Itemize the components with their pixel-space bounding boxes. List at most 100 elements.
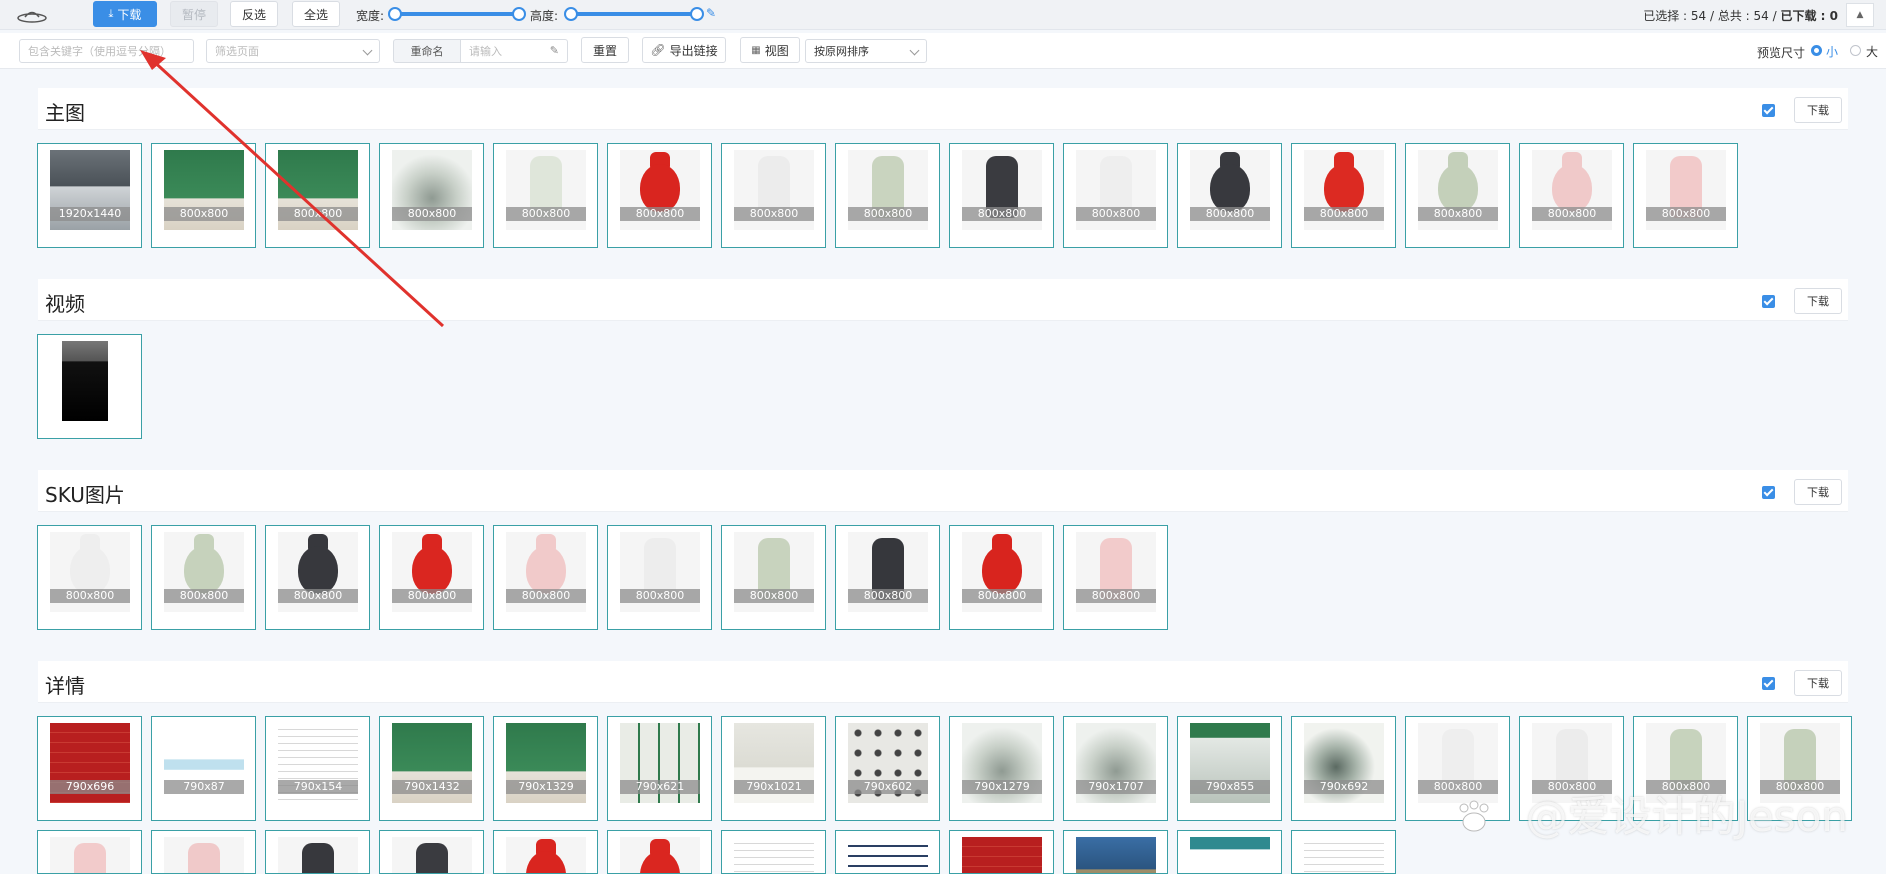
size-large-label[interactable]: 大: [1866, 43, 1878, 60]
sort-select[interactable]: 按原网排序: [805, 39, 927, 63]
image-tile[interactable]: 800x800: [1405, 143, 1510, 248]
image-tile[interactable]: 800x800: [1633, 143, 1738, 248]
bottle-image: [302, 843, 334, 873]
section-download-button[interactable]: 下载: [1794, 97, 1842, 123]
image-dimensions: 790x87: [164, 780, 244, 794]
pause-button[interactable]: 暂停: [170, 1, 218, 27]
image-tile[interactable]: [379, 830, 484, 874]
bottle-image: [1324, 164, 1364, 212]
image-tile[interactable]: [37, 334, 142, 439]
section-download-button[interactable]: 下载: [1794, 479, 1842, 505]
section-title: SKU图片: [45, 483, 125, 507]
image-tile[interactable]: 800x800: [607, 143, 712, 248]
size-small-label[interactable]: 小: [1826, 43, 1838, 60]
size-large-radio[interactable]: [1850, 45, 1861, 56]
download-button[interactable]: ⤓ 下载: [93, 1, 157, 27]
image-dimensions: 800x800: [1646, 207, 1726, 221]
image-dimensions: 800x800: [1190, 207, 1270, 221]
image-tile[interactable]: 790x1021: [721, 716, 826, 821]
image-tile[interactable]: 800x800: [721, 525, 826, 630]
section-select-checkbox[interactable]: [1762, 295, 1775, 308]
image-tile[interactable]: 800x800: [1177, 143, 1282, 248]
image-tile[interactable]: 790x602: [835, 716, 940, 821]
image-tile[interactable]: [835, 830, 940, 874]
download-status: 已选择 : 54 / 总共 : 54 / 已下载 : 0: [1643, 9, 1838, 23]
export-links-button[interactable]: 🔗︎ 导出链接: [642, 37, 726, 63]
image-tile[interactable]: 800x800: [151, 525, 256, 630]
thumbnail-image: [1304, 837, 1384, 873]
view-button[interactable]: ▦ 视图: [740, 37, 800, 63]
size-small-radio[interactable]: [1811, 45, 1822, 56]
image-tile[interactable]: 800x800: [1519, 143, 1624, 248]
image-tile[interactable]: [37, 830, 142, 874]
image-tile[interactable]: [949, 830, 1054, 874]
image-tile[interactable]: [607, 830, 712, 874]
image-tile[interactable]: 800x800: [265, 143, 370, 248]
image-tile[interactable]: 790x1432: [379, 716, 484, 821]
image-tile[interactable]: [493, 830, 598, 874]
height-slider-max-handle[interactable]: [690, 7, 704, 21]
invert-selection-button[interactable]: 反选: [230, 1, 278, 27]
image-tile[interactable]: [151, 830, 256, 874]
image-tile[interactable]: 790x621: [607, 716, 712, 821]
image-tile[interactable]: 790x1329: [493, 716, 598, 821]
image-tile[interactable]: 800x800: [949, 143, 1054, 248]
image-tile[interactable]: 800x800: [265, 525, 370, 630]
thumbnail-image: [392, 837, 472, 873]
image-tile[interactable]: 790x154: [265, 716, 370, 821]
keyword-filter-input[interactable]: 包含关键字（使用逗号分隔）: [19, 39, 194, 63]
image-tile[interactable]: 800x800: [151, 143, 256, 248]
section-download-button[interactable]: 下载: [1794, 288, 1842, 314]
caret-up-icon[interactable]: ▲: [1846, 3, 1874, 27]
width-slider[interactable]: [388, 7, 526, 21]
width-slider-max-handle[interactable]: [512, 7, 526, 21]
image-tile[interactable]: 800x800: [37, 525, 142, 630]
image-tile[interactable]: 790x1707: [1063, 716, 1168, 821]
image-tile[interactable]: [1291, 830, 1396, 874]
image-tile[interactable]: 800x800: [379, 143, 484, 248]
image-tile[interactable]: 800x800: [721, 143, 826, 248]
image-tile[interactable]: 790x1279: [949, 716, 1054, 821]
image-tile[interactable]: 800x800: [835, 525, 940, 630]
image-dimensions: 800x800: [506, 589, 586, 603]
image-tile[interactable]: 800x800: [379, 525, 484, 630]
image-tile[interactable]: 800x800: [607, 525, 712, 630]
select-all-button[interactable]: 全选: [292, 1, 340, 27]
image-tile[interactable]: 790x692: [1291, 716, 1396, 821]
edit-pencil-icon[interactable]: ✎: [706, 6, 716, 20]
image-tile[interactable]: 790x696: [37, 716, 142, 821]
width-slider-min-handle[interactable]: [388, 7, 402, 21]
width-label: 宽度:: [356, 9, 385, 23]
image-tile[interactable]: 800x800: [835, 143, 940, 248]
rename-input[interactable]: 请输入 ✎: [460, 39, 568, 63]
image-tile[interactable]: 800x800: [949, 525, 1054, 630]
download-icon: ⤓: [108, 7, 114, 20]
height-slider-min-handle[interactable]: [564, 7, 578, 21]
bottle-image: [184, 546, 224, 594]
bottle-image: [1552, 164, 1592, 212]
image-tile[interactable]: [1063, 830, 1168, 874]
section-select-checkbox[interactable]: [1762, 677, 1775, 690]
height-slider[interactable]: [564, 7, 704, 21]
image-dimensions: 790x692: [1304, 780, 1384, 794]
section-download-button[interactable]: 下载: [1794, 670, 1842, 696]
image-tile[interactable]: 800x800: [1063, 525, 1168, 630]
reset-button[interactable]: 重置: [581, 37, 629, 63]
image-tile[interactable]: 790x87: [151, 716, 256, 821]
image-tile[interactable]: [1177, 830, 1282, 874]
image-tile[interactable]: 800x800: [493, 143, 598, 248]
image-dimensions: 800x800: [962, 207, 1042, 221]
image-tile[interactable]: [265, 830, 370, 874]
image-tile[interactable]: 800x800: [493, 525, 598, 630]
image-tile[interactable]: 1920x1440: [37, 143, 142, 248]
total-count: 总共 : 54: [1717, 9, 1769, 23]
image-dimensions: 800x800: [278, 207, 358, 221]
image-tile[interactable]: [721, 830, 826, 874]
image-tile[interactable]: 800x800: [1291, 143, 1396, 248]
page-filter-select[interactable]: 筛选页面: [206, 39, 380, 63]
image-tile[interactable]: 790x855: [1177, 716, 1282, 821]
image-tile[interactable]: 800x800: [1063, 143, 1168, 248]
image-dimensions: 790x1707: [1076, 780, 1156, 794]
section-select-checkbox[interactable]: [1762, 104, 1775, 117]
section-select-checkbox[interactable]: [1762, 486, 1775, 499]
